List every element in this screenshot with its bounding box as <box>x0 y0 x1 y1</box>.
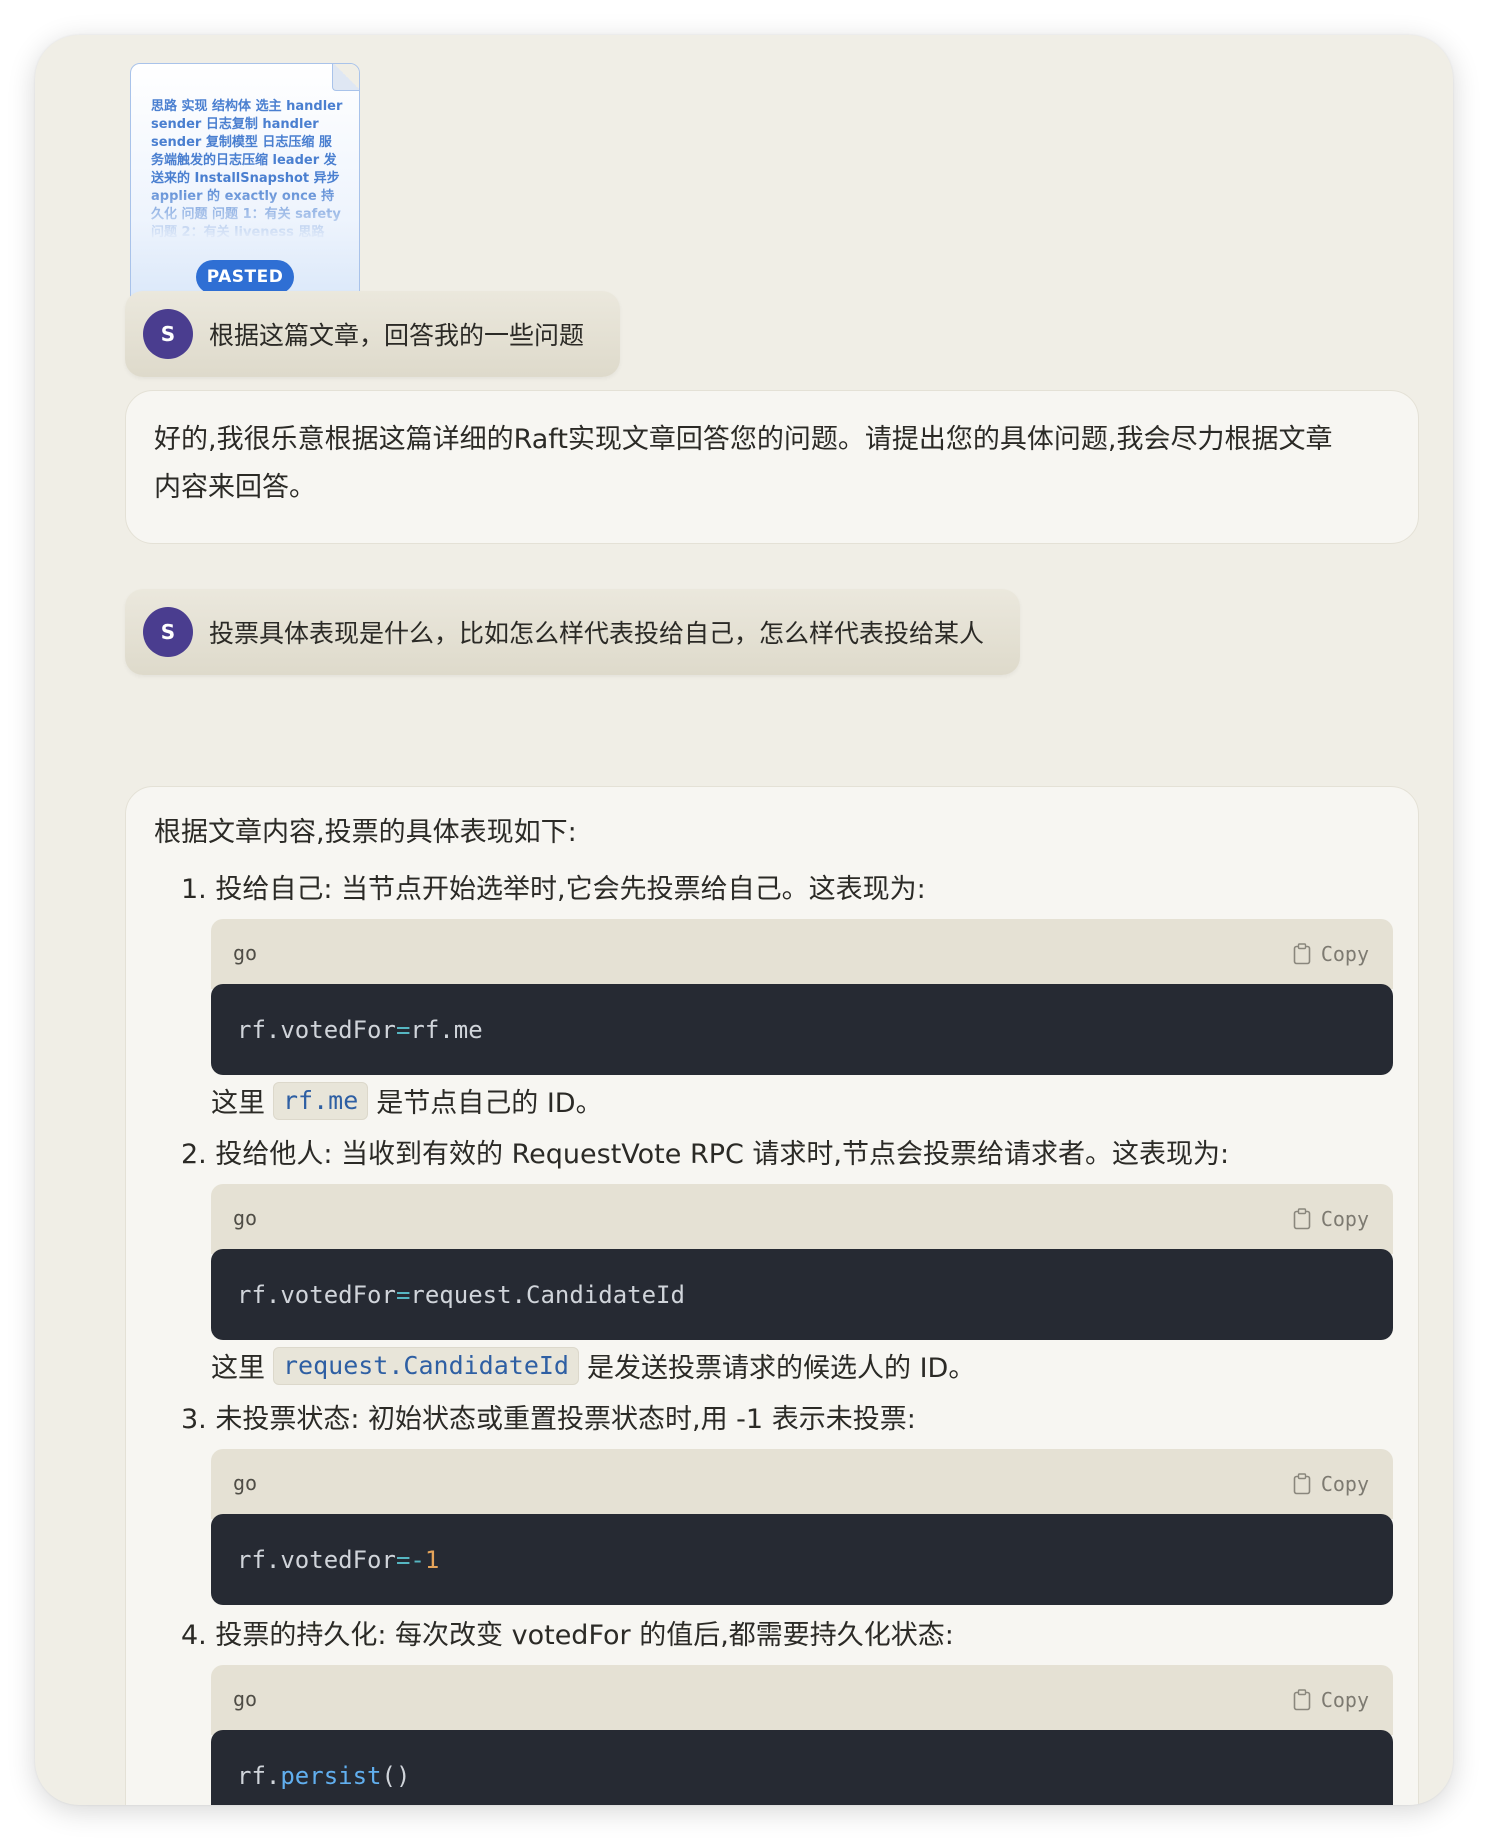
code-content: rf.votedFor = request.CandidateId <box>211 1249 1393 1340</box>
code-note-prefix: 这里 <box>211 1353 265 1384</box>
copy-icon <box>1293 1689 1311 1711</box>
user-message-text: 投票具体表现是什么，比如怎么样代表投给自己，怎么样代表投给某人 <box>209 619 985 648</box>
list-item-title: 1. 投给自己: 当节点开始选举时,它会先投票给自己。这表现为: <box>181 874 926 905</box>
pasted-badge: PASTED <box>196 260 294 294</box>
code-block: go Copy rf.votedFor = request.CandidateI… <box>211 1184 1393 1340</box>
copy-icon <box>1293 1473 1311 1495</box>
copy-button-label: Copy <box>1320 942 1369 966</box>
code-token: rf. <box>237 1761 281 1790</box>
chat-window: 思路 实现 结构体 选主 handler sender 日志复制 handler… <box>35 35 1453 1805</box>
user-message: S 根据这篇文章，回答我的一些问题 <box>125 291 621 377</box>
code-operator: - <box>410 1545 425 1574</box>
code-language-label: go <box>233 1206 258 1230</box>
code-language-label: go <box>233 1687 258 1711</box>
code-operator: = <box>395 1280 411 1309</box>
copy-button-label: Copy <box>1320 1688 1369 1712</box>
code-operator: = <box>395 1545 411 1574</box>
copy-button-label: Copy <box>1320 1207 1369 1231</box>
code-number: 1 <box>424 1545 440 1574</box>
code-note: 这里 request.CandidateId 是发送投票请求的候选人的 ID。 <box>211 1346 975 1385</box>
copy-button[interactable]: Copy <box>1293 937 1369 971</box>
code-language-label: go <box>233 1471 258 1495</box>
code-token: rf.votedFor <box>237 1015 396 1044</box>
assistant-message-text: 好的,我很乐意根据这篇详细的Raft实现文章回答您的问题。请提出您的具体问题,我… <box>154 424 1333 503</box>
answer-intro: 根据文章内容,投票的具体表现如下: <box>154 817 577 848</box>
inline-code: request.CandidateId <box>273 1346 579 1385</box>
code-block-header: go Copy <box>211 919 1393 989</box>
code-language-label: go <box>233 941 258 965</box>
inline-code: rf.me <box>273 1081 369 1120</box>
code-block: go Copy rf. persist() <box>211 1665 1393 1805</box>
pasted-preview-text: 思路 实现 结构体 选主 handler sender 日志复制 handler… <box>151 99 343 240</box>
code-block: go Copy rf.votedFor = rf.me <box>211 919 1393 1075</box>
code-block-header: go Copy <box>211 1449 1393 1519</box>
list-item-title: 2. 投给他人: 当收到有效的 RequestVote RPC 请求时,节点会投… <box>181 1139 1230 1170</box>
code-token: () <box>381 1761 411 1790</box>
user-avatar: S <box>143 309 193 359</box>
code-token: rf.votedFor <box>237 1280 396 1309</box>
code-function: persist <box>280 1761 382 1790</box>
page-fold-corner <box>332 64 359 91</box>
code-content: rf.votedFor = rf.me <box>211 984 1393 1075</box>
copy-button[interactable]: Copy <box>1293 1202 1369 1236</box>
code-content: rf. persist() <box>211 1730 1393 1805</box>
code-token: rf.votedFor <box>237 1545 396 1574</box>
code-content: rf.votedFor = -1 <box>211 1514 1393 1605</box>
code-note: 这里 rf.me 是节点自己的 ID。 <box>211 1081 603 1120</box>
copy-icon <box>1293 1208 1311 1230</box>
copy-button-label: Copy <box>1320 1472 1369 1496</box>
copy-icon <box>1293 943 1311 965</box>
code-note-suffix: 是发送投票请求的候选人的 ID。 <box>586 1353 976 1384</box>
pasted-attachment-card[interactable]: 思路 实现 结构体 选主 handler sender 日志复制 handler… <box>130 63 360 322</box>
code-operator: = <box>395 1015 411 1044</box>
list-item-title: 3. 未投票状态: 初始状态或重置投票状态时,用 -1 表示未投票: <box>181 1404 916 1435</box>
list-item-title: 4. 投票的持久化: 每次改变 votedFor 的值后,都需要持久化状态: <box>181 1620 954 1651</box>
code-block-header: go Copy <box>211 1184 1393 1254</box>
user-avatar: S <box>143 607 193 657</box>
assistant-answer: 根据文章内容,投票的具体表现如下: 1. 投给自己: 当节点开始选举时,它会先投… <box>125 786 1419 1805</box>
code-block-header: go Copy <box>211 1665 1393 1735</box>
copy-button[interactable]: Copy <box>1293 1467 1369 1501</box>
code-note-suffix: 是节点自己的 ID。 <box>376 1088 603 1119</box>
code-block: go Copy rf.votedFor = -1 <box>211 1449 1393 1605</box>
assistant-message: 好的,我很乐意根据这篇详细的Raft实现文章回答您的问题。请提出您的具体问题,我… <box>125 390 1419 544</box>
copy-button[interactable]: Copy <box>1293 1683 1369 1717</box>
code-token: rf.me <box>410 1015 483 1044</box>
user-message: S 投票具体表现是什么，比如怎么样代表投给自己，怎么样代表投给某人 <box>125 589 1021 675</box>
code-token: request.CandidateId <box>410 1280 685 1309</box>
user-message-text: 根据这篇文章，回答我的一些问题 <box>209 321 585 350</box>
code-note-prefix: 这里 <box>211 1088 265 1119</box>
